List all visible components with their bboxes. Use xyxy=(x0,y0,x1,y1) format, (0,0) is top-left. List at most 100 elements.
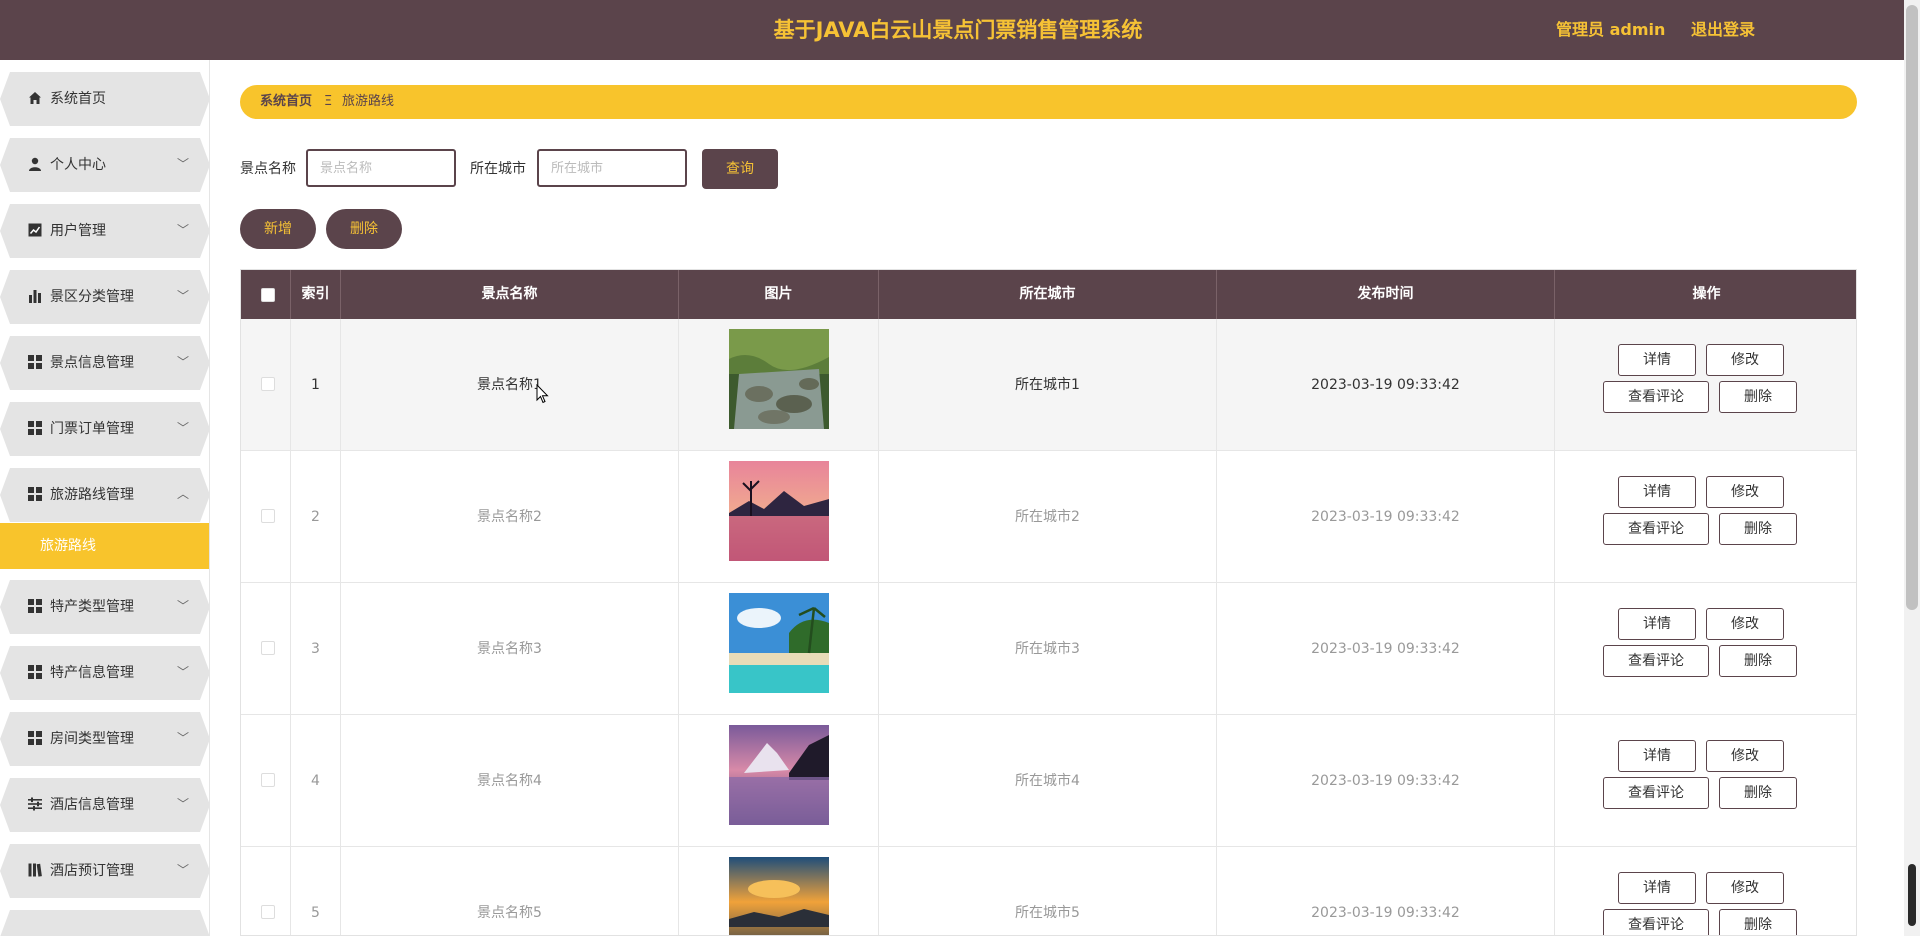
grid-icon xyxy=(28,665,42,679)
index-cell: 2 xyxy=(291,451,341,583)
delete-button[interactable]: 删除 xyxy=(1719,381,1797,413)
table-row: 3 景点名称3 所在城市3 2023-03-19 09:33:42 详情 修改 … xyxy=(241,583,1856,715)
edit-button[interactable]: 修改 xyxy=(1706,476,1784,508)
sidebar-item-scenic-category[interactable]: 景区分类管理 ﹀ xyxy=(0,270,209,324)
sidebar-item-label: 系统首页 xyxy=(50,91,106,107)
time-cell: 2023-03-19 09:33:42 xyxy=(1217,847,1555,935)
search-city-input[interactable] xyxy=(537,149,687,187)
index-cell: 5 xyxy=(291,847,341,935)
row-checkbox[interactable] xyxy=(261,377,275,391)
grid-icon xyxy=(28,421,42,435)
sidebar-item-ticket-orders[interactable]: 门票订单管理 ﹀ xyxy=(0,402,209,456)
sidebar-item-hotel-booking[interactable]: 酒店预订管理 ﹀ xyxy=(0,844,209,898)
sidebar-subitem-travel-routes[interactable]: 旅游路线 xyxy=(0,523,209,569)
sidebar-item-users[interactable]: 用户管理 ﹀ xyxy=(0,204,209,258)
row-checkbox[interactable] xyxy=(261,641,275,655)
detail-button[interactable]: 详情 xyxy=(1618,476,1696,508)
delete-button[interactable]: 删除 xyxy=(1719,909,1797,935)
header-checkbox-cell xyxy=(241,270,291,319)
detail-button[interactable]: 详情 xyxy=(1618,344,1696,376)
table-row: 4 景点名称4 所在城市4 2023-03-19 09:33:42 详情 修改 … xyxy=(241,715,1856,847)
view-comments-button[interactable]: 查看评论 xyxy=(1603,909,1709,935)
search-name-label: 景点名称 xyxy=(240,161,296,177)
city-cell: 所在城市4 xyxy=(879,715,1217,847)
breadcrumb-home[interactable]: 系统首页 xyxy=(260,85,312,119)
edit-button[interactable]: 修改 xyxy=(1706,608,1784,640)
index-cell: 1 xyxy=(291,319,341,451)
search-name-input[interactable] xyxy=(306,149,456,187)
checkbox-cell xyxy=(241,847,291,935)
sidebar-item-scenic-info[interactable]: 景点信息管理 ﹀ xyxy=(0,336,209,390)
row-checkbox[interactable] xyxy=(261,773,275,787)
column-header: 操作 xyxy=(1692,286,1721,302)
sidebar-item-room-type[interactable]: 房间类型管理 ﹀ xyxy=(0,712,209,766)
edit-button[interactable]: 修改 xyxy=(1706,872,1784,904)
edit-button[interactable]: 修改 xyxy=(1706,740,1784,772)
checkbox-cell xyxy=(241,319,291,451)
sidebar-item-label: 酒店信息管理 xyxy=(50,797,134,813)
detail-button[interactable]: 详情 xyxy=(1618,740,1696,772)
query-button[interactable]: 查询 xyxy=(702,149,778,189)
sidebar-item-profile[interactable]: 个人中心 ﹀ xyxy=(0,138,209,192)
detail-button[interactable]: 详情 xyxy=(1618,872,1696,904)
chevron-down-icon: ﹀ xyxy=(177,355,190,369)
index-cell: 3 xyxy=(291,583,341,715)
column-header: 所在城市 xyxy=(879,270,1217,319)
scrollbar-thumb[interactable] xyxy=(1906,5,1918,610)
row-checkbox[interactable] xyxy=(261,905,275,919)
logout-link[interactable]: 退出登录 xyxy=(1691,0,1755,60)
chevron-down-icon: ﹀ xyxy=(177,289,190,303)
table-row: 1 景点名称1 所在城市1 2023-03-19 09:33:42 详情 修改 … xyxy=(241,319,1856,451)
sidebar-item-specialty-info[interactable]: 特产信息管理 ﹀ xyxy=(0,646,209,700)
city-cell: 所在城市2 xyxy=(879,451,1217,583)
bar-chart-icon xyxy=(29,290,41,303)
book-icon xyxy=(28,863,42,877)
view-comments-button[interactable]: 查看评论 xyxy=(1603,381,1709,413)
name-cell: 景点名称3 xyxy=(341,583,679,715)
delete-button[interactable]: 删除 xyxy=(1719,645,1797,677)
user-label: 管理员 admin xyxy=(1556,20,1666,39)
sidebar-item-label: 景点信息管理 xyxy=(50,355,134,371)
sidebar-item-label: 用户管理 xyxy=(50,223,106,239)
checkbox-cell xyxy=(241,451,291,583)
sidebar-item-hotel-info[interactable]: 酒店信息管理 ﹀ xyxy=(0,778,209,832)
add-button[interactable]: 新增 xyxy=(240,209,316,249)
table-row: 5 景点名称5 所在城市5 2023-03-19 09:33:42 详情 修改 … xyxy=(241,847,1856,935)
sidebar-item-home[interactable]: 系统首页 xyxy=(0,72,209,126)
column-header: 索引 xyxy=(291,270,341,319)
scenic-thumbnail xyxy=(729,593,829,693)
chevron-up-icon: ︿ xyxy=(177,487,190,501)
chevron-down-icon: ﹀ xyxy=(177,797,190,811)
name-cell: 景点名称1 xyxy=(341,319,679,451)
time-cell: 2023-03-19 09:33:42 xyxy=(1217,451,1555,583)
chevron-down-icon: ﹀ xyxy=(177,863,190,877)
mouse-cursor-icon xyxy=(536,384,549,404)
select-all-checkbox[interactable] xyxy=(261,288,275,302)
chevron-down-icon: ﹀ xyxy=(177,599,190,613)
view-comments-button[interactable]: 查看评论 xyxy=(1603,645,1709,677)
row-checkbox[interactable] xyxy=(261,509,275,523)
detail-button[interactable]: 详情 xyxy=(1618,608,1696,640)
batch-delete-button[interactable]: 删除 xyxy=(326,209,402,249)
sidebar-item-more[interactable] xyxy=(0,910,209,936)
chevron-down-icon: ﹀ xyxy=(177,731,190,745)
sidebar-item-specialty-type[interactable]: 特产类型管理 ﹀ xyxy=(0,580,209,634)
sidebar-item-label: 房间类型管理 xyxy=(50,731,134,747)
checkbox-cell xyxy=(241,715,291,847)
sidebar-item-label: 景区分类管理 xyxy=(50,289,134,305)
user-icon xyxy=(29,157,41,171)
grid-icon xyxy=(28,355,42,369)
name-cell: 景点名称4 xyxy=(341,715,679,847)
edit-button[interactable]: 修改 xyxy=(1706,344,1784,376)
delete-button[interactable]: 删除 xyxy=(1719,777,1797,809)
delete-button[interactable]: 删除 xyxy=(1719,513,1797,545)
secondary-scrollbar-thumb[interactable] xyxy=(1908,864,1916,926)
grid-icon xyxy=(28,599,42,613)
view-comments-button[interactable]: 查看评论 xyxy=(1603,513,1709,545)
time-cell: 2023-03-19 09:33:42 xyxy=(1217,319,1555,451)
chevron-down-icon: ﹀ xyxy=(177,421,190,435)
column-header: 发布时间 xyxy=(1217,270,1555,319)
view-comments-button[interactable]: 查看评论 xyxy=(1603,777,1709,809)
sidebar-item-travel-routes[interactable]: 旅游路线管理 ︿ xyxy=(0,468,209,522)
home-icon xyxy=(29,92,41,104)
